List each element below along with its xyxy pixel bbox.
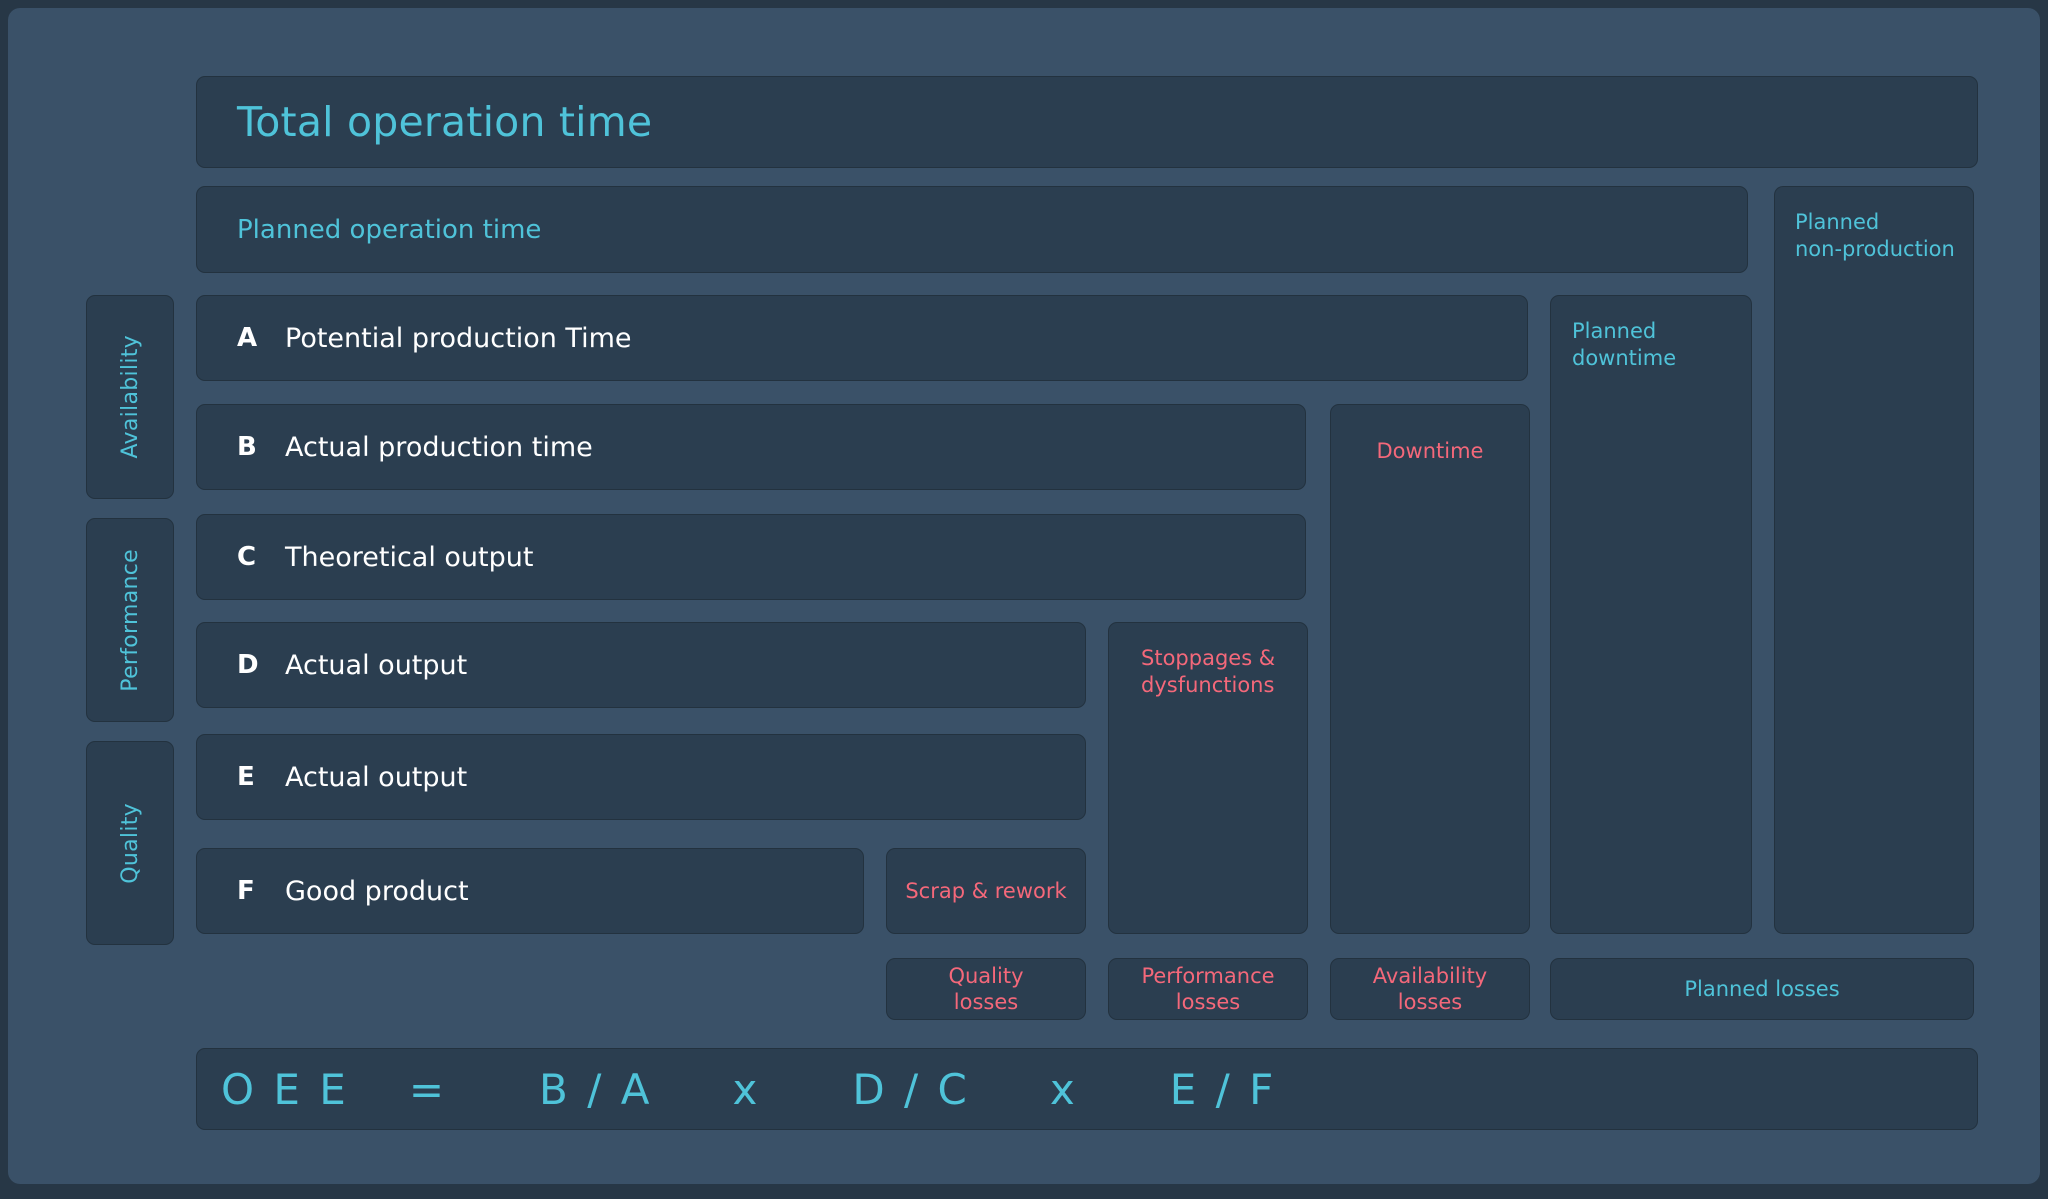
oee-operator-2: x: [1049, 1064, 1078, 1114]
availability-losses-label: Availability losses: [1373, 963, 1487, 1016]
planned-losses-box: Planned losses: [1550, 958, 1974, 1020]
planned-operation-time-bar: Planned operation time: [196, 186, 1748, 273]
category-performance: Performance: [86, 518, 174, 722]
oee-term-2: D / C: [852, 1064, 970, 1114]
downtime-label: Downtime: [1376, 439, 1484, 463]
category-quality-label: Quality: [117, 802, 143, 884]
quality-losses-label: Quality losses: [948, 963, 1023, 1016]
planned-losses-label: Planned losses: [1684, 976, 1840, 1001]
row-d-label: Actual output: [285, 649, 468, 681]
diagram-canvas: Total operation time Planned operation t…: [8, 8, 2040, 1184]
row-a-label: Potential production Time: [285, 322, 632, 354]
planned-downtime-label-line1: Planned: [1572, 319, 1657, 343]
planned-downtime-label-line2: downtime: [1572, 345, 1677, 370]
availability-losses-box: Availability losses: [1330, 958, 1530, 1020]
downtime-box: Downtime: [1330, 404, 1530, 934]
planned-downtime-box: Planned downtime: [1550, 295, 1752, 934]
stoppages-label-line1: Stoppages &: [1141, 646, 1276, 670]
row-c-label: Theoretical output: [285, 541, 534, 573]
row-f-letter: F: [237, 876, 255, 906]
row-c-letter: C: [237, 542, 257, 572]
quality-losses-line1: Quality: [948, 963, 1024, 988]
oee-name: O E E: [221, 1064, 349, 1114]
planned-operation-time-label: Planned operation time: [237, 214, 542, 245]
performance-losses-line1: Performance: [1141, 963, 1275, 988]
row-d: D Actual output: [196, 622, 1086, 708]
row-e-label: Actual output: [285, 761, 468, 793]
oee-operator-1: x: [732, 1064, 761, 1114]
row-a-letter: A: [237, 323, 258, 353]
oee-formula-bar: O E E = B / A x D / C x E / F: [196, 1048, 1978, 1130]
row-c: C Theoretical output: [196, 514, 1306, 600]
quality-losses-line2: losses: [953, 990, 1019, 1014]
availability-losses-line2: losses: [1397, 990, 1463, 1014]
stoppages-label-line2: dysfunctions: [1141, 672, 1275, 697]
category-availability: Availability: [86, 295, 174, 499]
row-d-letter: D: [237, 650, 259, 680]
row-b-letter: B: [237, 432, 257, 462]
oee-term-3: E / F: [1169, 1064, 1277, 1114]
performance-losses-box: Performance losses: [1108, 958, 1308, 1020]
availability-losses-line1: Availability: [1372, 963, 1488, 988]
performance-losses-label: Performance losses: [1141, 963, 1274, 1016]
planned-non-production-box: Planned non-production: [1774, 186, 1974, 934]
row-b: B Actual production time: [196, 404, 1306, 490]
category-performance-label: Performance: [117, 548, 143, 692]
scrap-rework-label: Scrap & rework: [905, 879, 1067, 903]
row-f-label: Good product: [285, 875, 469, 907]
stoppages-dysfunctions-box: Stoppages & dysfunctions: [1108, 622, 1308, 934]
row-f: F Good product: [196, 848, 864, 934]
row-e-letter: E: [237, 762, 255, 792]
row-e: E Actual output: [196, 734, 1086, 820]
oee-term-1: B / A: [539, 1064, 653, 1114]
oee-equals: =: [408, 1064, 448, 1114]
planned-non-production-label-line2: non-production: [1795, 236, 1955, 261]
row-a: A Potential production Time: [196, 295, 1528, 381]
category-availability-label: Availability: [117, 335, 143, 459]
scrap-rework-box: Scrap & rework: [886, 848, 1086, 934]
category-quality: Quality: [86, 741, 174, 945]
quality-losses-box: Quality losses: [886, 958, 1086, 1020]
diagram-page: Total operation time Planned operation t…: [0, 0, 2048, 1199]
planned-non-production-label-line1: Planned: [1795, 210, 1880, 234]
row-b-label: Actual production time: [285, 431, 593, 463]
total-operation-time-bar: Total operation time: [196, 76, 1978, 168]
total-operation-time-label: Total operation time: [237, 98, 653, 146]
performance-losses-line2: losses: [1175, 990, 1241, 1014]
